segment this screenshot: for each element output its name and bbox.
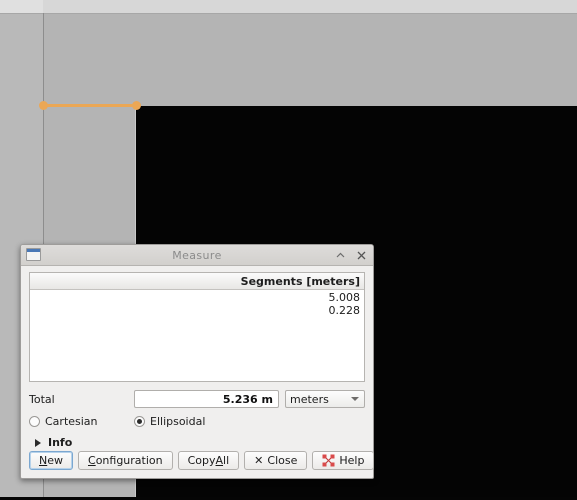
table-row[interactable]: 5.008 <box>30 291 361 304</box>
copy-all-button-mnemonic: A <box>215 454 224 467</box>
toolbar-divider <box>0 13 577 14</box>
configuration-button-suffix: onfiguration <box>95 454 163 467</box>
table-row[interactable]: 0.228 <box>30 304 361 317</box>
total-label: Total <box>29 392 55 406</box>
units-dropdown-value: meters <box>290 392 329 406</box>
measure-dialog: Measure Segments [meters] 5.008 0.228 To… <box>20 244 375 479</box>
dialog-titlebar[interactable]: Measure <box>21 245 373 266</box>
info-label: Info <box>48 436 73 449</box>
segments-table-rows: 5.008 0.228 <box>30 290 364 317</box>
copy-all-button[interactable]: Copy All <box>177 451 240 470</box>
radio-cartesian[interactable]: Cartesian <box>29 415 134 428</box>
help-icon <box>322 454 335 467</box>
segments-table[interactable]: Segments [meters] 5.008 0.228 <box>29 272 365 382</box>
measurement-mode-group: Cartesian Ellipsoidal <box>29 415 365 428</box>
measure-rubberband-line <box>43 104 136 107</box>
units-dropdown[interactable]: meters <box>285 390 365 408</box>
configuration-button-mnemonic: C <box>88 454 96 467</box>
configuration-button[interactable]: Configuration <box>78 451 173 470</box>
dialog-body: Segments [meters] 5.008 0.228 Total 5.23… <box>21 266 373 449</box>
titlebar-buttons <box>334 245 368 265</box>
screen-root: Measure Segments [meters] 5.008 0.228 To… <box>0 0 577 500</box>
radio-cartesian-mark <box>29 416 40 427</box>
new-button-mnemonic: N <box>39 454 48 467</box>
triangle-right-icon <box>35 438 41 447</box>
toolbar-strip-left <box>0 0 43 13</box>
radio-ellipsoidal[interactable]: Ellipsoidal <box>134 415 205 428</box>
close-button[interactable]: ✕ Close <box>244 451 308 470</box>
toolbar-strip <box>0 0 577 13</box>
chevron-down-icon <box>351 397 359 401</box>
dialog-title: Measure <box>172 248 222 262</box>
radio-ellipsoidal-mark <box>134 416 145 427</box>
dialog-button-row: New Configuration Copy All ✕ Close Help <box>29 451 375 470</box>
new-button[interactable]: New <box>29 451 73 470</box>
help-button-label: Help <box>339 454 365 467</box>
radio-ellipsoidal-label: Ellipsoidal <box>150 415 206 428</box>
total-value-field[interactable]: 5.236 m <box>134 390 279 408</box>
total-row: Total 5.236 m meters <box>29 390 365 408</box>
measure-vertex-start[interactable] <box>39 101 48 110</box>
chevron-up-icon[interactable] <box>334 248 347 262</box>
measure-vertex-end[interactable] <box>132 101 141 110</box>
radio-cartesian-label: Cartesian <box>45 415 98 428</box>
close-x-icon: ✕ <box>254 454 264 467</box>
new-button-suffix: ew <box>47 454 63 467</box>
copy-all-button-prefix: Copy <box>187 454 216 467</box>
segments-table-header: Segments [meters] <box>30 273 364 290</box>
close-button-label: Close <box>267 454 298 467</box>
copy-all-button-suffix: ll <box>223 454 230 467</box>
info-disclosure[interactable]: Info <box>35 436 365 449</box>
close-icon[interactable] <box>355 248 368 262</box>
help-button[interactable]: Help <box>312 451 375 470</box>
